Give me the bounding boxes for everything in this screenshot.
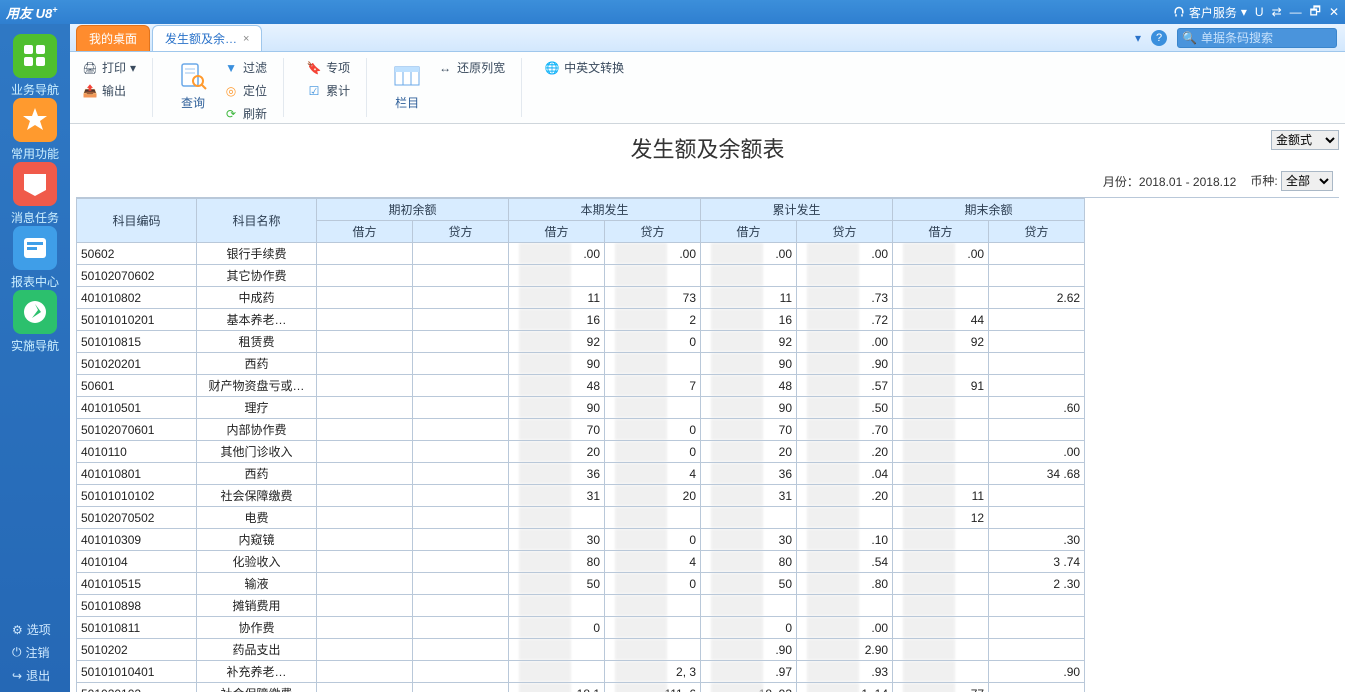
column-button[interactable]: 栏目 (387, 58, 427, 113)
col-group-current[interactable]: 本期发生 (509, 199, 701, 221)
export-icon: 📤 (82, 83, 98, 99)
table-row[interactable]: 401010309内窥镜30030.10.30 (77, 529, 1085, 551)
window-titlebar: 用友 U8+ 客户服务 ▾ U ⇄ — 🗗 ✕ (0, 0, 1345, 24)
tab-home[interactable]: 我的桌面 (76, 25, 150, 51)
table-row[interactable]: 50102070601内部协作费70070.70 (77, 419, 1085, 441)
col-name[interactable]: 科目名称 (197, 199, 317, 243)
table-row[interactable]: 50101010201基本养老…16216.7244 (77, 309, 1085, 331)
month-range: 月份：2018.01 - 2018.12 (1103, 173, 1236, 190)
barcode-search-input[interactable] (1201, 31, 1345, 45)
sidebar-item-1[interactable]: 常用功能 (11, 98, 59, 162)
amount-format-select[interactable]: 金额式 (1271, 130, 1339, 150)
funnel-icon: ▼ (223, 60, 239, 76)
window-minimize-icon[interactable]: — (1290, 5, 1302, 19)
refresh-button[interactable]: ⟳刷新 (221, 104, 269, 123)
table-row[interactable]: 50601财产物资盘亏或…48748.5791 (77, 375, 1085, 397)
table-row[interactable]: 5010202药品支出.902.90 (77, 639, 1085, 661)
special-button[interactable]: 🔖专项 (304, 58, 352, 77)
table-row[interactable]: 401010501理疗9090.50.60 (77, 397, 1085, 419)
sidebar-item-4[interactable]: 实施导航 (11, 290, 59, 354)
report-title: 发生额及余额表 (70, 132, 1345, 164)
output-button[interactable]: 📤输出 (80, 81, 138, 100)
language-switch-button[interactable]: 🌐中英文转换 (542, 58, 626, 77)
sidebar-bottom-links: ⚙选项 ⏻注销 ↪退出 (0, 621, 70, 684)
table-row[interactable]: 4010110其他门诊收入20020.20.00 (77, 441, 1085, 463)
sum-button[interactable]: ☑累计 (304, 81, 352, 100)
table-row[interactable]: 501010815租赁费92092.0092 (77, 331, 1085, 353)
table-row[interactable]: 501020201西药9090.90 (77, 353, 1085, 375)
table-row[interactable]: 401010801西药36436.0434 .68 (77, 463, 1085, 485)
col-group-opening[interactable]: 期初余额 (317, 199, 509, 221)
table-row[interactable]: 50101010102社会保障缴费312031.2011 (77, 485, 1085, 507)
app-brand: 用友 U8+ (6, 3, 58, 22)
filter-button[interactable]: ▼过滤 (221, 58, 269, 77)
u-icon[interactable]: U (1255, 5, 1264, 19)
power-icon: ⏻ (12, 645, 22, 660)
nav-label: 报表中心 (11, 273, 59, 290)
sidebar-item-3[interactable]: 报表中心 (11, 226, 59, 290)
table-row[interactable]: 50101010401补充养老…2, 3.97.93.90 (77, 661, 1085, 683)
nav-label: 业务导航 (11, 81, 59, 98)
width-icon: ↔ (437, 60, 453, 76)
logout-link[interactable]: ⏻注销 (12, 644, 70, 661)
nav-icon (13, 162, 57, 206)
nav-icon (13, 34, 57, 78)
globe-icon: 🌐 (544, 60, 560, 76)
theme-switch-icon[interactable]: ⇄ (1272, 5, 1282, 19)
tag-icon: 🔖 (306, 60, 322, 76)
table-row[interactable]: 401010802中成药117311.732.62 (77, 287, 1085, 309)
nav-icon (13, 98, 57, 142)
nav-label: 消息任务 (11, 209, 59, 226)
barcode-search[interactable]: 🔍 (1177, 28, 1337, 48)
locate-button[interactable]: ◎定位 (221, 81, 269, 100)
col-group-accum[interactable]: 累计发生 (701, 199, 893, 221)
table-row[interactable]: 50102070502电费12 (77, 507, 1085, 529)
table-row[interactable]: 50102070602其它协作费 (77, 265, 1085, 287)
nav-label: 常用功能 (11, 145, 59, 162)
nav-label: 实施导航 (11, 337, 59, 354)
gear-icon: ⚙ (12, 623, 23, 637)
refresh-icon: ⟳ (223, 106, 239, 122)
table-row[interactable]: 501020102社会保障缴费18 1111, 618 .931 .1477 (77, 683, 1085, 692)
tab-menu-caret[interactable]: ▾ (1135, 31, 1141, 45)
exit-icon: ↪ (12, 669, 22, 683)
window-restore-icon[interactable]: 🗗 (1310, 2, 1321, 23)
tab-balance-report[interactable]: 发生额及余… × (152, 25, 262, 51)
query-button[interactable]: 查询 (173, 58, 213, 113)
options-link[interactable]: ⚙选项 (12, 621, 70, 638)
search-icon: 🔍 (1182, 31, 1197, 45)
sidebar-item-2[interactable]: 消息任务 (11, 162, 59, 226)
exit-link[interactable]: ↪退出 (12, 667, 70, 684)
customer-service-link[interactable]: 客户服务 ▾ (1173, 4, 1247, 21)
headset-icon (1173, 6, 1185, 18)
nav-icon (13, 290, 57, 334)
check-icon: ☑ (306, 83, 322, 99)
close-icon[interactable]: × (243, 33, 249, 45)
nav-icon (13, 226, 57, 270)
col-group-ending[interactable]: 期末余额 (893, 199, 1085, 221)
print-button[interactable]: 🖨打印 ▾ (80, 58, 138, 77)
table-row[interactable]: 4010104化验收入80480.543 .74 (77, 551, 1085, 573)
ribbon-toolbar: 🖨打印 ▾ 📤输出 查询 ▼过滤 ◎定位 ⟳刷新 🔖专项 ☑累计 (70, 52, 1345, 124)
target-icon: ◎ (223, 83, 239, 99)
table-row[interactable]: 501010811协作费00.00 (77, 617, 1085, 639)
window-close-icon[interactable]: ✕ (1329, 5, 1339, 19)
table-row[interactable]: 50602银行手续费.00.00.00.00.00 (77, 243, 1085, 265)
balance-table: 科目编码 科目名称 期初余额 本期发生 累计发生 期末余额 借方贷方 借方贷方 … (76, 198, 1085, 692)
table-row[interactable]: 401010515输液50050.802 .30 (77, 573, 1085, 595)
magnifier-doc-icon (177, 60, 209, 92)
columns-icon (391, 60, 423, 92)
sidebar-item-0[interactable]: 业务导航 (11, 34, 59, 98)
tab-bar: 我的桌面 发生额及余… × ▾ ? 🔍 (70, 24, 1345, 52)
left-sidebar: 业务导航常用功能消息任务报表中心实施导航 ⚙选项 ⏻注销 ↪退出 (0, 24, 70, 692)
currency-select-wrap: 币种: 全部 (1250, 171, 1333, 191)
reset-width-button[interactable]: ↔还原列宽 (435, 58, 507, 77)
currency-select[interactable]: 全部 (1281, 171, 1333, 191)
printer-icon: 🖨 (82, 60, 98, 76)
col-code[interactable]: 科目编码 (77, 199, 197, 243)
help-icon[interactable]: ? (1151, 30, 1167, 46)
table-row[interactable]: 501010898摊销费用 (77, 595, 1085, 617)
